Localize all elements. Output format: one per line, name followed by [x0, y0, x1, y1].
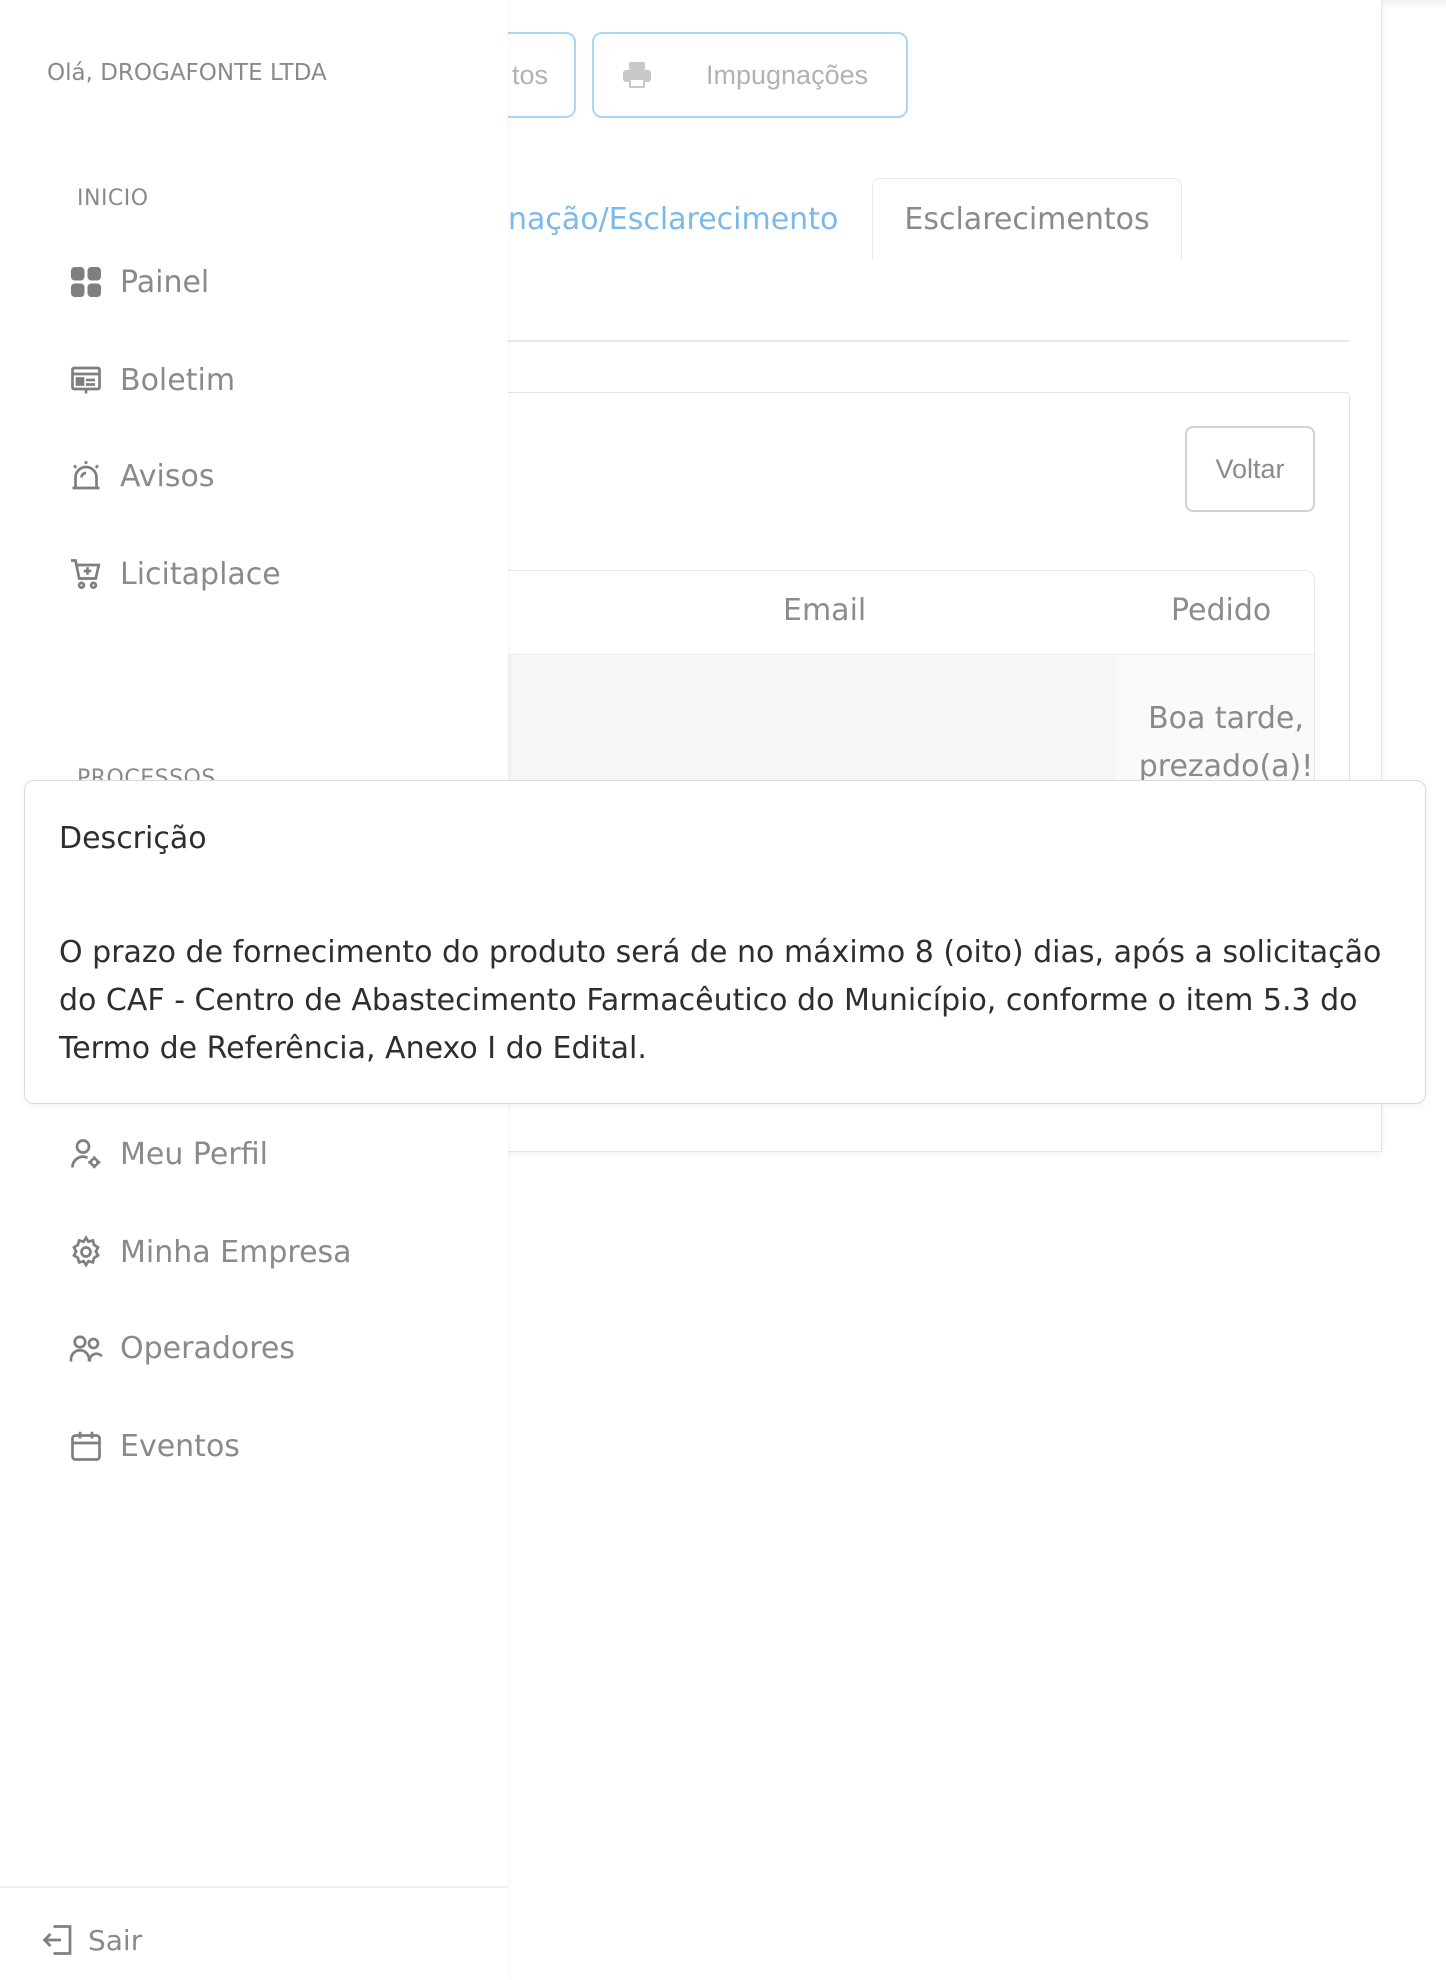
- impugnacoes-button-label: Impugnações: [706, 59, 869, 90]
- sidebar-item-label: Painel: [120, 264, 210, 300]
- users-icon: [66, 1328, 106, 1368]
- sidebar-item-boletim[interactable]: Boletim: [66, 352, 235, 408]
- sidebar-item-label: Minha Empresa: [120, 1234, 352, 1270]
- sidebar-item-operadores[interactable]: Operadores: [66, 1320, 295, 1376]
- sidebar-item-minha-empresa[interactable]: Minha Empresa: [66, 1224, 352, 1280]
- logout-button[interactable]: Sair: [40, 1912, 142, 1968]
- popover-body: O prazo de fornecimento do produto será …: [59, 935, 1382, 1066]
- logout-icon: [40, 1922, 76, 1958]
- tab-label: nação/Esclarecimento: [508, 201, 839, 237]
- tabs-divider: [400, 340, 1350, 342]
- sidebar-divider: [0, 1886, 508, 1888]
- newspaper-icon: [66, 360, 106, 400]
- sidebar-item-label: Licitaplace: [120, 556, 281, 592]
- sidebar-item-licitaplace[interactable]: Licitaplace: [66, 546, 281, 602]
- tab-label: Esclarecimentos: [904, 202, 1150, 237]
- voltar-button[interactable]: Voltar: [1185, 426, 1315, 512]
- description-popover: Descrição O prazo de fornecimento do pro…: [24, 780, 1426, 1104]
- sidebar-item-eventos[interactable]: Eventos: [66, 1418, 240, 1474]
- sidebar-item-label: Operadores: [120, 1330, 295, 1366]
- sidebar-item-meu-perfil[interactable]: Meu Perfil: [66, 1126, 268, 1182]
- impugnacoes-button[interactable]: Impugnações: [592, 32, 908, 118]
- sidebar-item-label: Eventos: [120, 1428, 240, 1464]
- documentos-button-label: tos: [512, 59, 549, 90]
- column-header-pedido: Pedido: [1171, 593, 1272, 628]
- printer-icon: [622, 62, 652, 88]
- section-label-inicio: INICIO: [77, 186, 149, 211]
- gear-icon: [66, 1232, 106, 1272]
- alarm-icon: [66, 456, 106, 496]
- grid-icon: [66, 262, 106, 302]
- sidebar-item-label: Meu Perfil: [120, 1136, 268, 1172]
- calendar-icon: [66, 1426, 106, 1466]
- user-gear-icon: [66, 1134, 106, 1174]
- logout-label: Sair: [88, 1923, 143, 1957]
- popover-title: Descrição: [59, 821, 207, 856]
- sidebar-item-avisos[interactable]: Avisos: [66, 448, 214, 504]
- sidebar-item-label: Boletim: [120, 362, 236, 398]
- section-label-processos: PROCESSOS: [77, 766, 216, 780]
- cell-pedido: Boa tarde, prezado(a)!: [1138, 701, 1314, 784]
- table-header: Email Pedido: [401, 571, 1314, 655]
- tab-esclarecimentos[interactable]: Esclarecimentos: [872, 178, 1182, 260]
- cart-icon: [66, 554, 106, 594]
- sidebar-item-painel[interactable]: Painel: [66, 254, 209, 310]
- column-header-email: Email: [783, 593, 867, 628]
- user-greeting: Olá, DROGAFONTE LTDA: [47, 60, 327, 86]
- sidebar-item-label: Avisos: [120, 458, 215, 494]
